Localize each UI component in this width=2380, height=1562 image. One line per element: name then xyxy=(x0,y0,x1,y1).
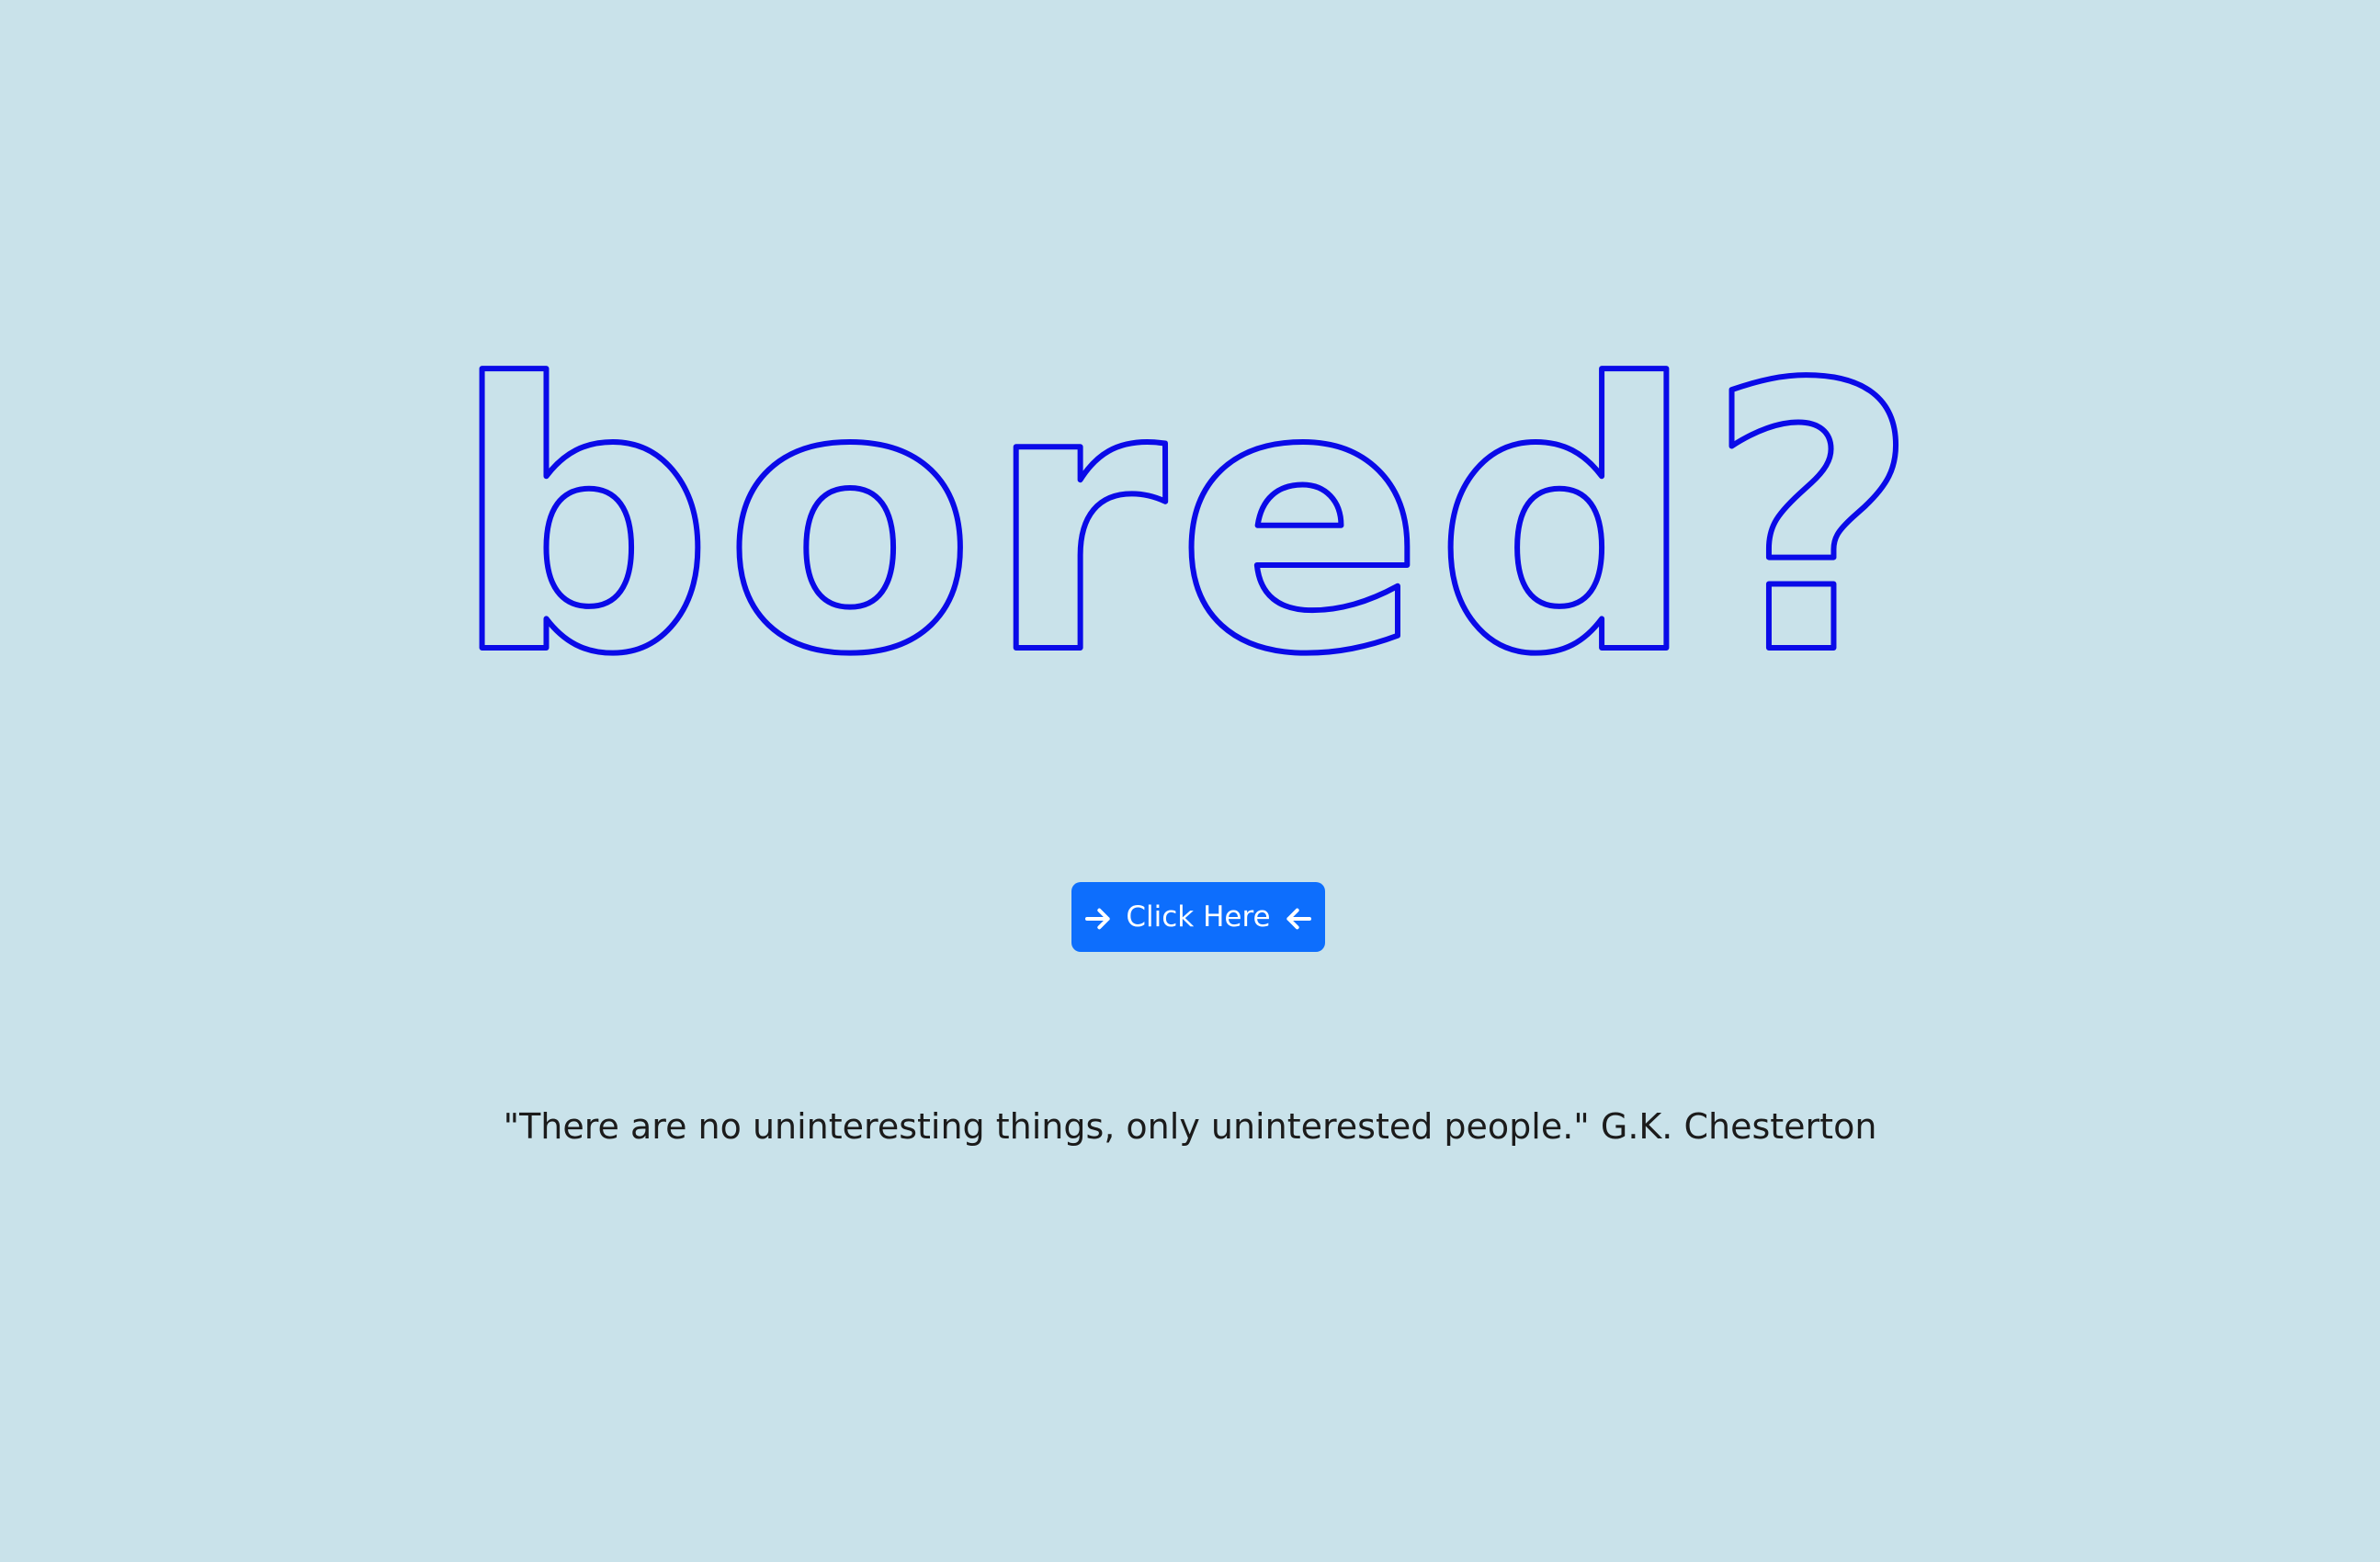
click-here-label: Click Here xyxy=(1126,900,1271,934)
headline-graphic: bored? xyxy=(448,305,1922,738)
hero-section: bored? xyxy=(0,303,2380,738)
arrow-right-icon xyxy=(1083,904,1113,934)
click-here-button[interactable]: Click Here xyxy=(1071,882,1325,952)
headline-text: bored? xyxy=(451,308,1929,735)
quote-text: "There are no uninteresting things, only… xyxy=(503,1106,1877,1147)
arrow-left-icon xyxy=(1284,904,1313,934)
